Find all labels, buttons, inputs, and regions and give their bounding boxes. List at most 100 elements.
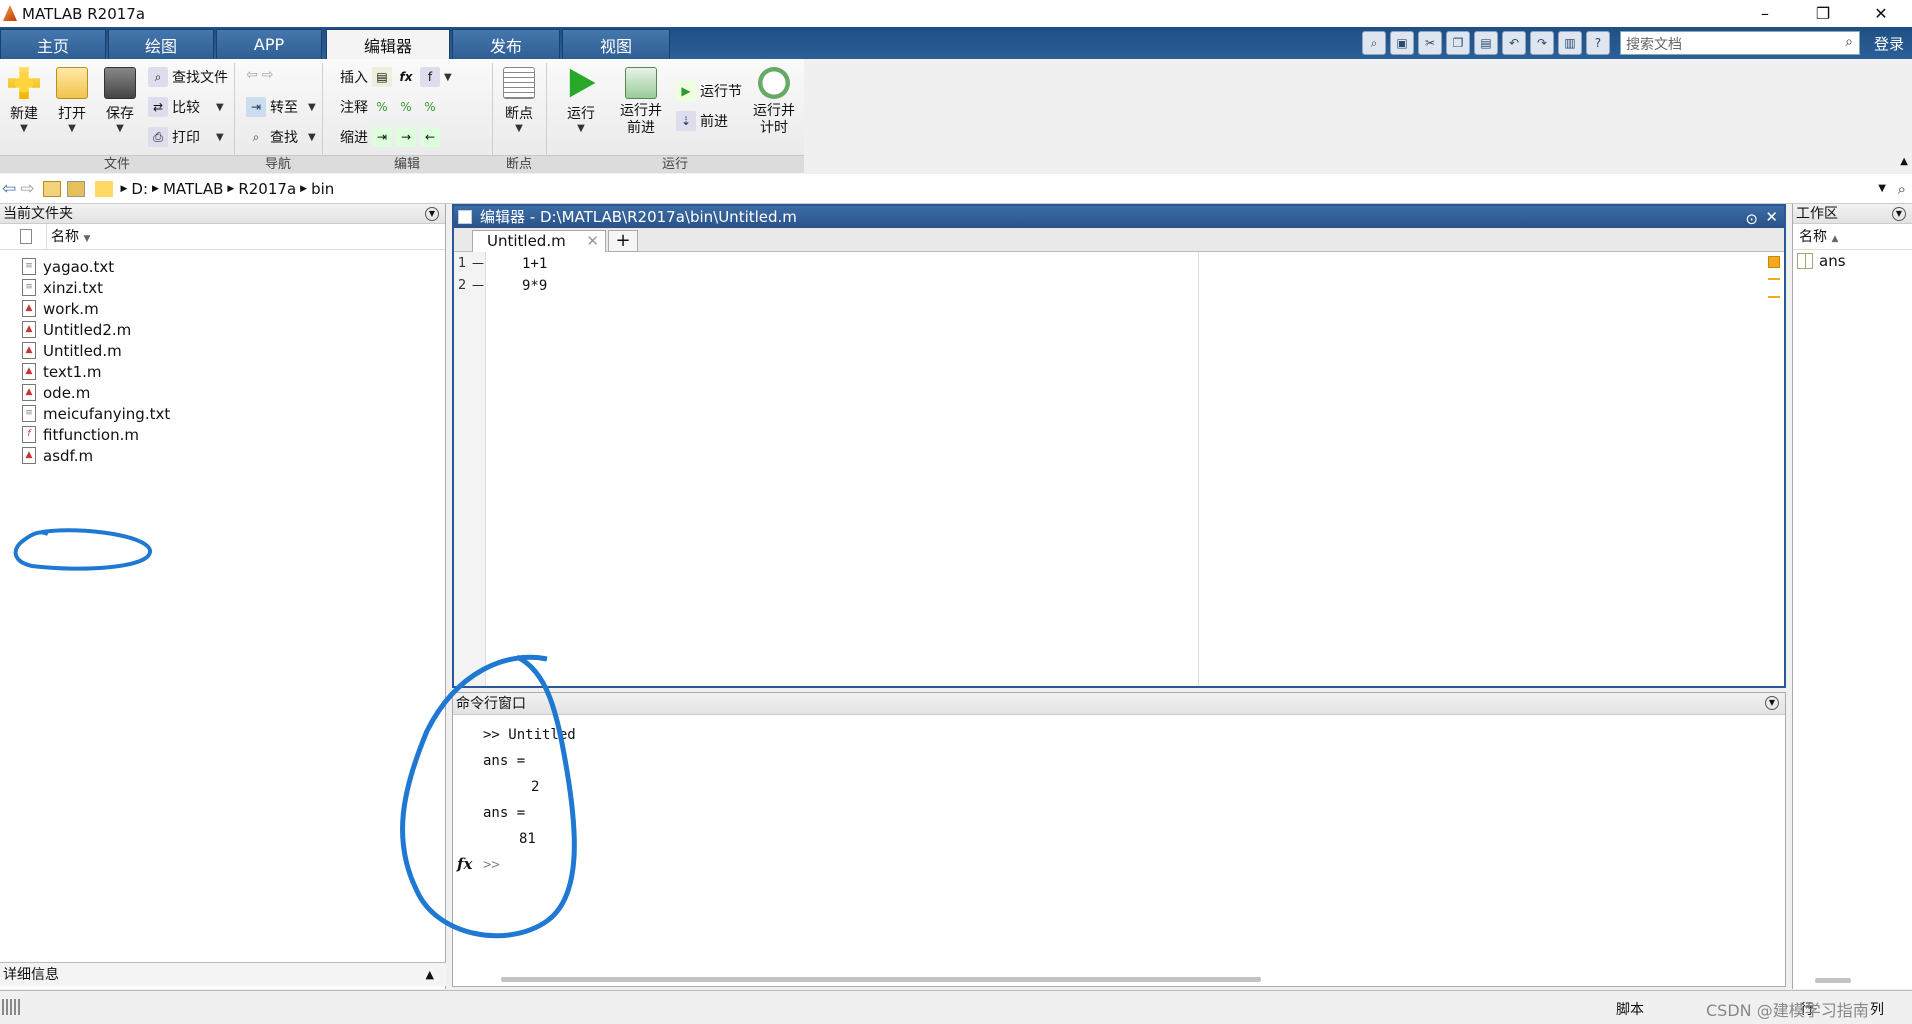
workspace-scrollbar[interactable]	[1815, 978, 1851, 983]
close-button[interactable]: ✕	[1852, 0, 1910, 27]
minimize-ribbon-icon[interactable]: ▲	[1900, 156, 1908, 167]
tab-plots[interactable]: 绘图	[108, 29, 214, 59]
search-folder-icon[interactable]: ⌕	[1898, 180, 1906, 198]
new-button[interactable]: 新建 ▼	[4, 67, 44, 134]
m-file-icon: ▲	[22, 342, 36, 359]
find-files-button[interactable]: ⌕ 查找文件	[148, 67, 228, 87]
undo-icon[interactable]: ↶	[1501, 31, 1526, 55]
print-button[interactable]: ⎙ 打印 ▼	[148, 127, 224, 147]
save-button[interactable]: 保存 ▼	[100, 67, 140, 134]
copy-icon[interactable]: ❐	[1445, 31, 1470, 55]
file-item[interactable]: f fitfunction.m	[22, 424, 139, 445]
new-icon	[8, 67, 40, 99]
code-line[interactable]: 9*9	[522, 278, 547, 294]
search-icon[interactable]: ⌕	[1845, 34, 1853, 50]
file-item-selected[interactable]: ▲ Untitled.m	[22, 340, 122, 361]
browse-folder-icon[interactable]	[66, 180, 85, 197]
editor-close-icon[interactable]: ✕	[1765, 206, 1778, 228]
find-icon[interactable]: ⌕	[1361, 31, 1386, 55]
minimize-button[interactable]: –	[1736, 0, 1794, 27]
file-item[interactable]: ▲ ode.m	[22, 382, 90, 403]
run-button[interactable]: 运行 ▼	[560, 67, 602, 134]
comment-button[interactable]: 注释%%%	[340, 97, 440, 117]
command-menu-icon[interactable]: ▼	[1765, 696, 1779, 710]
workspace-variable[interactable]: ans	[1793, 250, 1912, 272]
wrap-comment-icon[interactable]: %	[420, 97, 440, 117]
tab-publish[interactable]: 发布	[452, 29, 560, 59]
run-advance-button[interactable]: 运行并 前进	[614, 67, 668, 137]
open-button[interactable]: 打开 ▼	[52, 67, 92, 134]
breadcrumb-matlab[interactable]: MATLAB	[163, 180, 223, 198]
insert-function-icon[interactable]: f	[420, 67, 440, 87]
login-link[interactable]: 登录	[1874, 33, 1904, 54]
panel-menu-icon[interactable]: ▼	[425, 207, 439, 221]
forward-icon[interactable]: ⇨	[20, 179, 34, 199]
comment-icon[interactable]: %	[372, 97, 392, 117]
file-item[interactable]: ≡ meicufanying.txt	[22, 403, 170, 424]
tab-apps[interactable]: APP	[216, 29, 322, 59]
find-button[interactable]: ⌕ 查找 ▼	[246, 127, 316, 147]
file-item[interactable]: ▲ asdf.m	[22, 445, 93, 466]
code-analyzer-indicator[interactable]	[1768, 256, 1780, 268]
breadcrumb-bin[interactable]: bin	[311, 180, 334, 198]
tab-view[interactable]: 视图	[562, 29, 670, 59]
tab-home[interactable]: 主页	[0, 29, 106, 59]
cut-icon[interactable]: ✂	[1417, 31, 1442, 55]
file-item[interactable]: ▲ Untitled2.m	[22, 319, 131, 340]
current-folder-title: 当前文件夹	[3, 206, 73, 222]
file-item[interactable]: ≡ yagao.txt	[22, 256, 114, 277]
editor-tab-untitled[interactable]: Untitled.m ✕	[472, 230, 606, 252]
back-icon[interactable]: ⇦	[246, 67, 258, 83]
breakpoints-button[interactable]: 断点 ▼	[498, 67, 540, 134]
fx-icon[interactable]: fx	[396, 67, 416, 87]
run-section-icon: ▶	[676, 81, 696, 101]
compare-button[interactable]: ⇄ 比较 ▼	[148, 97, 224, 117]
paste-icon[interactable]: ▤	[1473, 31, 1498, 55]
switch-windows-icon[interactable]: ▥	[1557, 31, 1582, 55]
file-name: text1.m	[43, 362, 102, 381]
back-forward-buttons[interactable]: ⇦ ⇨	[246, 67, 273, 83]
redo-icon[interactable]: ↷	[1529, 31, 1554, 55]
advance-button[interactable]: ⇣ 前进	[676, 111, 728, 131]
run-time-button[interactable]: 运行并 计时	[750, 67, 798, 137]
restore-button[interactable]: ❐	[1794, 0, 1852, 27]
run-advance-label: 运行并 前进	[620, 103, 662, 136]
new-tab-button[interactable]: +	[608, 230, 638, 252]
decrease-indent-icon[interactable]: ←	[420, 127, 440, 147]
warning-marker[interactable]	[1768, 296, 1780, 298]
insert-button[interactable]: 插入 ▤ fx f ▼	[340, 67, 452, 87]
indent-button[interactable]: 缩进 ⇥ → ←	[340, 127, 440, 147]
file-item[interactable]: ▲ work.m	[22, 298, 99, 319]
smart-indent-icon[interactable]: ⇥	[372, 127, 392, 147]
search-input[interactable]: 搜索文档 ⌕	[1619, 31, 1860, 55]
code-line[interactable]: 1+1	[522, 256, 547, 272]
run-section-button[interactable]: ▶ 运行节	[676, 81, 742, 101]
warning-marker[interactable]	[1768, 278, 1780, 280]
name-column-header[interactable]: 名称 ▼	[46, 224, 90, 250]
expand-details-icon[interactable]: ▲	[426, 963, 434, 987]
command-window[interactable]: 命令行窗口 ▼ >> Untitled ans = 2 ans = 81 fx >…	[400, 654, 1786, 987]
up-folder-icon[interactable]	[42, 180, 61, 197]
increase-indent-icon[interactable]: →	[396, 127, 416, 147]
save-icon[interactable]: ▣	[1389, 31, 1414, 55]
workspace-column-header[interactable]: 名称 ▲	[1793, 224, 1912, 250]
help-icon[interactable]: ?	[1585, 31, 1610, 55]
goto-button[interactable]: ⇥ 转至 ▼	[246, 97, 316, 117]
file-name: Untitled2.m	[43, 320, 132, 339]
uncomment-icon[interactable]: %	[396, 97, 416, 117]
breadcrumb-r2017a[interactable]: R2017a	[238, 180, 296, 198]
horizontal-scrollbar[interactable]	[501, 977, 1261, 982]
tab-close-icon[interactable]: ✕	[586, 231, 599, 251]
editor-doc-icon	[458, 210, 472, 224]
new-label: 新建	[10, 106, 38, 122]
workspace-menu-icon[interactable]: ▼	[1892, 207, 1906, 221]
forward-icon[interactable]: ⇨	[262, 67, 274, 83]
file-item[interactable]: ≡ xinzi.txt	[22, 277, 103, 298]
tab-editor[interactable]: 编辑器	[326, 29, 450, 60]
address-dropdown-icon[interactable]: ▼	[1878, 183, 1886, 194]
breadcrumb-drive[interactable]: D:	[131, 180, 148, 198]
back-icon[interactable]: ⇦	[2, 179, 16, 199]
editor-menu-icon[interactable]: ⊙	[1745, 208, 1758, 230]
file-item[interactable]: ▲ text1.m	[22, 361, 102, 382]
details-panel-header[interactable]: 详细信息 ▲	[0, 962, 446, 986]
